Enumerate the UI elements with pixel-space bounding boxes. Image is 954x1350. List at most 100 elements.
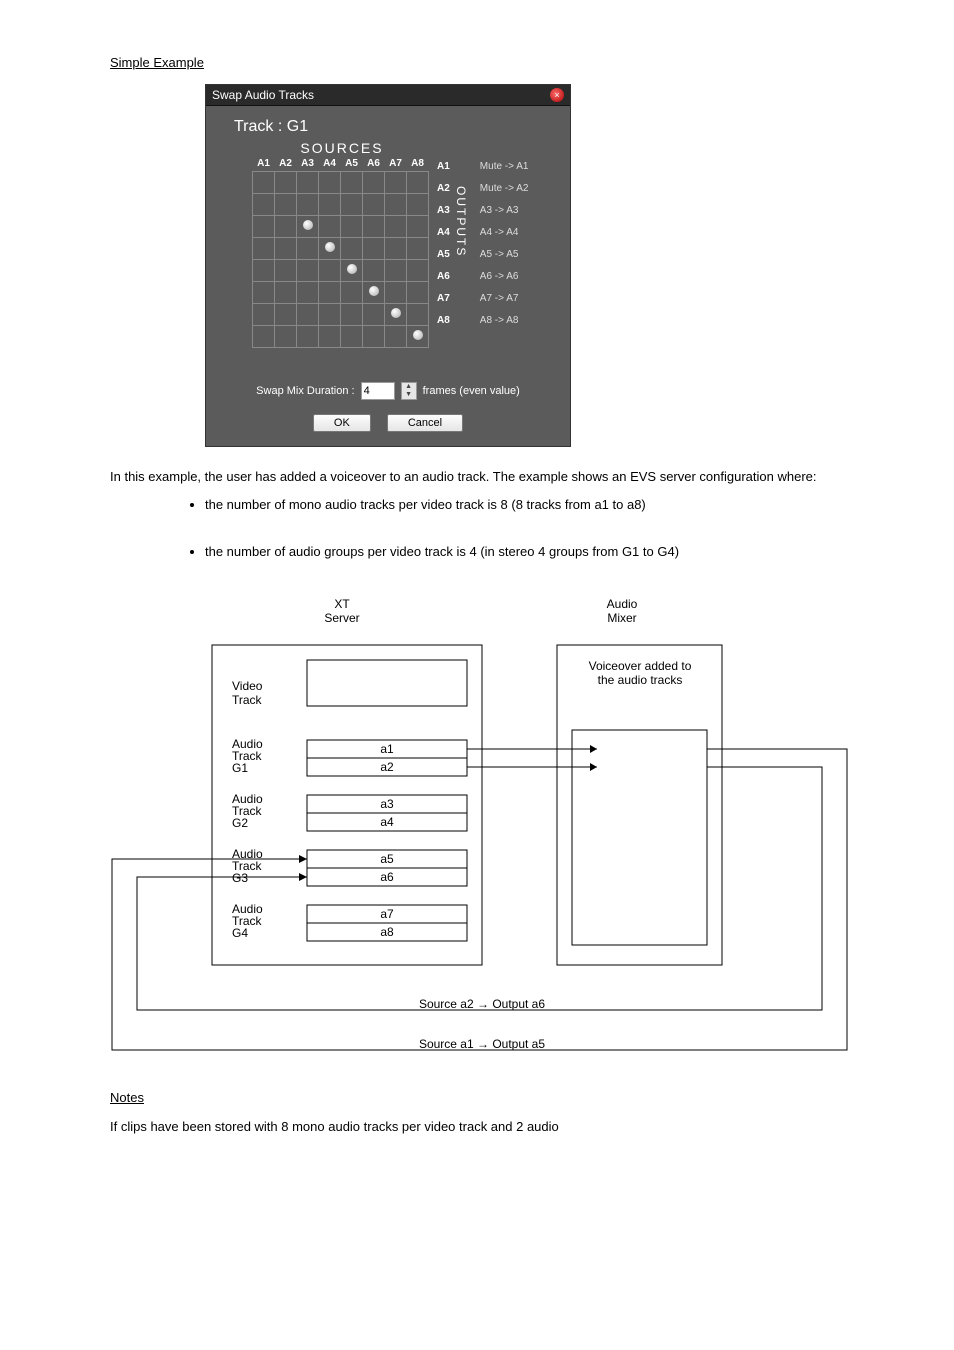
matrix-cell[interactable] <box>407 282 429 304</box>
matrix-cell[interactable] <box>407 304 429 326</box>
matrix-cell[interactable] <box>319 282 341 304</box>
matrix-cell[interactable] <box>253 216 275 238</box>
matrix-cell[interactable] <box>341 304 363 326</box>
matrix-cell[interactable] <box>341 216 363 238</box>
matrix-cell[interactable] <box>385 172 407 194</box>
matrix-cell[interactable] <box>341 326 363 348</box>
list-item: the number of audio groups per video tra… <box>205 542 854 562</box>
matrix-cell[interactable] <box>275 304 297 326</box>
matrix-cell[interactable] <box>407 194 429 216</box>
matrix-cell[interactable] <box>253 304 275 326</box>
output-row-labels: A1 A2 A3 A4 A5 A6 A7 A8 <box>437 156 450 332</box>
spinner-down-icon[interactable]: ▼ <box>402 391 416 399</box>
matrix-cell[interactable] <box>275 172 297 194</box>
swap-matrix[interactable]: A1 A2 A3 A4 A5 A6 A7 A8 <box>252 156 429 348</box>
svg-text:a6: a6 <box>380 870 394 884</box>
matrix-cell[interactable] <box>253 326 275 348</box>
matrix-cell[interactable] <box>297 326 319 348</box>
col-header: A3 <box>297 156 319 172</box>
matrix-cell[interactable] <box>363 238 385 260</box>
matrix-cell[interactable] <box>275 326 297 348</box>
matrix-dot-icon <box>347 264 357 274</box>
matrix-cell[interactable] <box>341 172 363 194</box>
list-item: the number of mono audio tracks per vide… <box>205 495 854 515</box>
swap-duration-label: Swap Mix Duration : <box>256 385 354 397</box>
notes-paragraph: If clips have been stored with 8 mono au… <box>110 1119 854 1134</box>
matrix-cell[interactable] <box>385 260 407 282</box>
matrix-cell[interactable] <box>341 260 363 282</box>
svg-text:a4: a4 <box>380 815 394 829</box>
matrix-cell[interactable] <box>385 326 407 348</box>
matrix-cell[interactable] <box>407 216 429 238</box>
matrix-cell[interactable] <box>297 194 319 216</box>
matrix-cell[interactable] <box>253 194 275 216</box>
matrix-cell[interactable] <box>275 194 297 216</box>
svg-text:Voiceover added tothe audio tr: Voiceover added tothe audio tracks <box>589 659 692 687</box>
matrix-cell[interactable] <box>363 282 385 304</box>
matrix-cell[interactable] <box>319 172 341 194</box>
matrix-cell[interactable] <box>363 216 385 238</box>
matrix-cell[interactable] <box>363 260 385 282</box>
matrix-cell[interactable] <box>407 326 429 348</box>
matrix-cell[interactable] <box>385 238 407 260</box>
intro-paragraph: In this example, the user has added a vo… <box>110 467 854 487</box>
matrix-cell[interactable] <box>407 172 429 194</box>
col-header: A8 <box>407 156 429 172</box>
matrix-cell[interactable] <box>297 238 319 260</box>
cancel-button[interactable]: Cancel <box>387 414 463 432</box>
matrix-cell[interactable] <box>363 194 385 216</box>
matrix-cell[interactable] <box>385 216 407 238</box>
swap-duration-spinner[interactable]: ▲ ▼ <box>401 382 417 400</box>
matrix-cell[interactable] <box>275 260 297 282</box>
matrix-cell[interactable] <box>341 238 363 260</box>
matrix-cell[interactable] <box>297 304 319 326</box>
matrix-cell[interactable] <box>363 304 385 326</box>
col-header: A5 <box>341 156 363 172</box>
matrix-cell[interactable] <box>407 238 429 260</box>
swap-duration-input[interactable] <box>361 382 395 400</box>
close-icon[interactable]: × <box>550 88 564 102</box>
svg-text:a8: a8 <box>380 925 394 939</box>
matrix-cell[interactable] <box>275 282 297 304</box>
heading-simple-example: Simple Example <box>110 55 854 70</box>
matrix-cell[interactable] <box>319 260 341 282</box>
matrix-cell[interactable] <box>363 172 385 194</box>
spinner-up-icon[interactable]: ▲ <box>402 383 416 391</box>
matrix-cell[interactable] <box>297 260 319 282</box>
matrix-cell[interactable] <box>385 282 407 304</box>
matrix-dot-icon <box>391 308 401 318</box>
matrix-cell[interactable] <box>363 326 385 348</box>
matrix-cell[interactable] <box>385 194 407 216</box>
matrix-cell[interactable] <box>275 216 297 238</box>
matrix-cell[interactable] <box>297 172 319 194</box>
matrix-cell[interactable] <box>341 194 363 216</box>
matrix-cell[interactable] <box>297 282 319 304</box>
svg-text:AudioTrackG2: AudioTrackG2 <box>232 792 263 830</box>
matrix-cell[interactable] <box>319 238 341 260</box>
mapping-labels: Mute -> A1 Mute -> A2 A3 -> A3 A4 -> A4 … <box>480 156 529 332</box>
matrix-cell[interactable] <box>253 238 275 260</box>
svg-text:a2: a2 <box>380 760 394 774</box>
matrix-cell[interactable] <box>253 282 275 304</box>
matrix-cell[interactable] <box>319 304 341 326</box>
dialog-title: Swap Audio Tracks <box>212 88 314 102</box>
col-header: A2 <box>275 156 297 172</box>
matrix-cell[interactable] <box>407 260 429 282</box>
matrix-cell[interactable] <box>319 216 341 238</box>
ok-button[interactable]: OK <box>313 414 371 432</box>
svg-text:a7: a7 <box>380 907 394 921</box>
matrix-cell[interactable] <box>319 194 341 216</box>
matrix-cell[interactable] <box>385 304 407 326</box>
matrix-cell[interactable] <box>253 172 275 194</box>
matrix-cell[interactable] <box>275 238 297 260</box>
matrix-dot-icon <box>369 286 379 296</box>
matrix-cell[interactable] <box>341 282 363 304</box>
svg-text:a5: a5 <box>380 852 394 866</box>
col-header: A7 <box>385 156 407 172</box>
audio-mixer-label: AudioMixer <box>607 597 638 625</box>
matrix-cell[interactable] <box>253 260 275 282</box>
matrix-cell[interactable] <box>297 216 319 238</box>
svg-text:a1: a1 <box>380 742 394 756</box>
matrix-dot-icon <box>325 242 335 252</box>
matrix-cell[interactable] <box>319 326 341 348</box>
